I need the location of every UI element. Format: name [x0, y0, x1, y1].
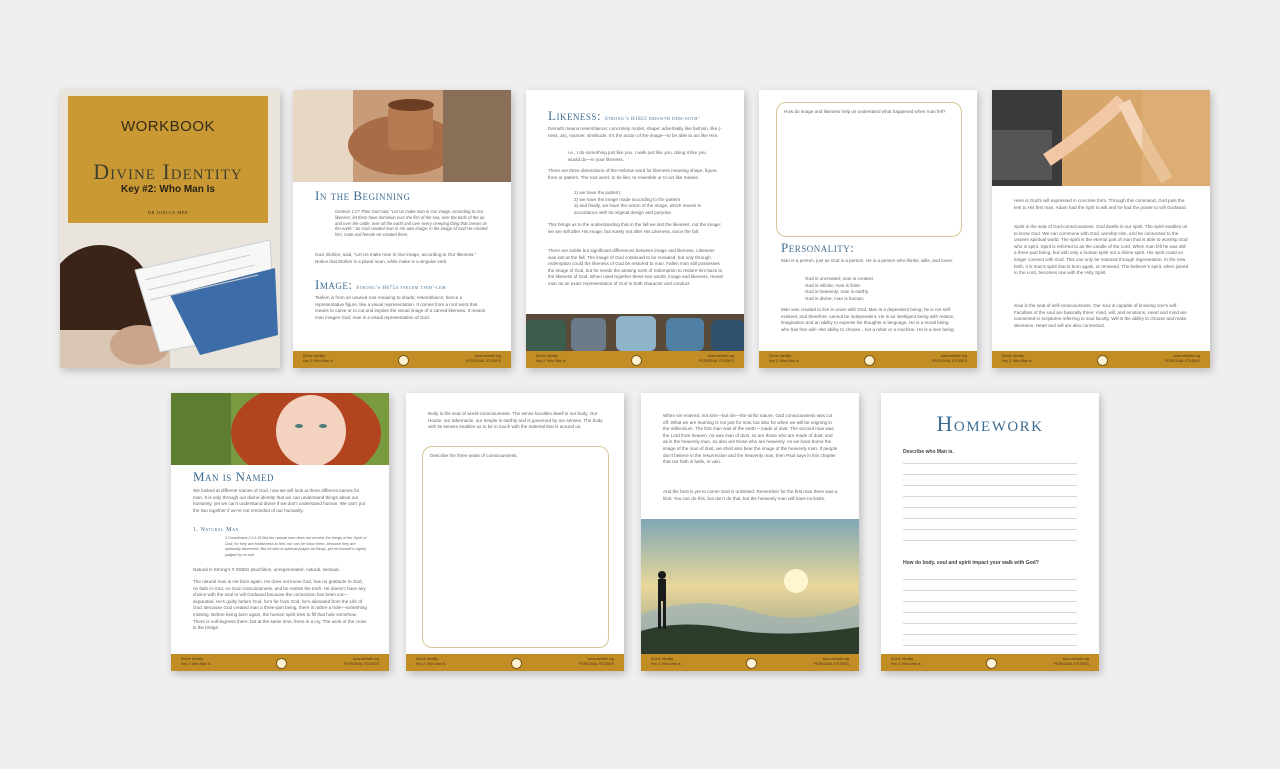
answer-lines-2[interactable] [903, 569, 1077, 646]
cover-title: Divine Identity [93, 159, 243, 184]
footer-left: Divine Identity Key 2: Who Man Is [303, 354, 333, 363]
footer-left: Divine Identity Key 2: Who Man Is [651, 657, 681, 666]
page-footer: Divine Identity Key 2: Who Man Is www.we… [759, 351, 977, 368]
page-spirit-soul: Here is God’s will expressed in concrete… [992, 90, 1210, 368]
likeness-quote: i.e., I do something just like you. I wa… [568, 150, 706, 162]
demuth-paragraph: Demuth means resemblance; concretely mod… [548, 126, 722, 138]
page-man-is-named: Man is Named We looked at different name… [171, 393, 389, 671]
will-paragraph: Here is God’s will expressed in concrete… [1014, 198, 1187, 210]
heading-likeness-strongs: Strong’s H1823 dmuwth dem-ooth' [604, 117, 700, 122]
homework-question-2: How do body, soul and spirit impact your… [903, 560, 1039, 566]
footer-left: Divine Identity Key 2: Who Man Is [416, 657, 446, 666]
footer-right: www.website.org PERSONAL STUDIES [578, 657, 614, 666]
natural-man-paragraph: The natural man is not born again. He do… [193, 579, 367, 631]
pottery-cups-photo [526, 314, 744, 351]
page-footer: Divine Identity Key 2: Who Man Is www.we… [992, 351, 1210, 368]
page-likeness: Likeness: Strong’s H1823 dmuwth dem-ooth… [526, 90, 744, 368]
logo-icon [631, 355, 642, 366]
dimensions-paragraph: There are three dimensions of the Hebrew… [548, 168, 718, 180]
footer-right: www.website.org PERSONAL STUDIES [465, 354, 501, 363]
logo-icon [276, 658, 287, 669]
best-yet-paragraph: And the best is yet to come! God is unli… [663, 489, 838, 501]
page-footer: Divine Identity Key 2: Who Man Is www.we… [293, 351, 511, 368]
question-three-seats: Describe the three seats of consciousnes… [430, 453, 518, 458]
pottery-photo [293, 90, 511, 182]
heading-likeness: Likeness: Strong’s H1823 dmuwth dem-ooth… [548, 108, 699, 124]
heading-image-word: Image: [315, 277, 353, 292]
footer-left: Divine Identity Key 2: Who Man Is [891, 657, 921, 666]
heading-in-the-beginning: In the Beginning [315, 188, 411, 203]
union-paragraph: Man was created to live in union with Go… [781, 307, 955, 332]
heading-image-strongs: Strong’s H6754 tselem tseh'-lem [356, 286, 447, 291]
logo-icon [398, 355, 409, 366]
sunrise-silhouette-photo [641, 519, 859, 654]
corinthians-verse: 1 Corinthians 2:14-15 But the natural ma… [225, 536, 367, 557]
footer-left: Divine Identity Key 2: Who Man Is [1002, 354, 1032, 363]
page-footer: Divine Identity Key 2: Who Man Is www.we… [526, 351, 744, 368]
cover-workbook-label: WORKBOOK [120, 118, 215, 135]
footer-right: www.website.org PERSONAL STUDIES [813, 657, 849, 666]
footer-right: www.website.org PERSONAL STUDIES [698, 354, 734, 363]
spirit-paragraph: Spirit is the seat of God-consciousness.… [1014, 224, 1189, 276]
logo-icon [746, 658, 757, 669]
footer-right: www.website.org PERSONAL STUDIES [1164, 354, 1200, 363]
person-paragraph: Man is a person, just as God is a person… [781, 258, 954, 263]
page-footer: Divine Identity Key 2: Who Man Is www.we… [406, 654, 624, 671]
footer-left: Divine Identity Key 2: Who Man Is [769, 354, 799, 363]
cover-subtitle: Key #2: Who Man Is [121, 184, 215, 195]
body-paragraph: Body is the seat of world-consciousness.… [428, 411, 603, 430]
page-personality: How do image and likeness help us unders… [759, 90, 977, 368]
answer-box-three-seats[interactable]: Describe the three seats of consciousnes… [422, 446, 609, 648]
logo-icon [511, 658, 522, 669]
cover-title-block: WORKBOOK Divine Identity Key #2: Who Man… [68, 96, 268, 223]
logo-icon [986, 658, 997, 669]
question-image-likeness: How do image and likeness help us unders… [784, 109, 946, 114]
natural-definition: Natural is Strong’s # G5591 psuchikos, u… [193, 567, 340, 572]
red-hair-woman-photo [171, 393, 389, 465]
heading-man-is-named: Man is Named [193, 469, 274, 484]
page-homework: Homework Describe who Man is. How do bod… [881, 393, 1099, 671]
fall-paragraph: This brings us to the understanding that… [548, 222, 722, 234]
tselem-paragraph: Tselem is from an unused root meaning to… [315, 295, 486, 320]
cover-author: DR JOELLE MEE [147, 210, 189, 215]
page-footer: Divine Identity Key 2: Who Man Is www.we… [171, 654, 389, 671]
dimensions-list: 1) we have the pattern; 2) we have the i… [574, 190, 702, 215]
genesis-verse: Genesis 1:27 Then God said, “Let Us make… [335, 209, 488, 238]
page-body-consciousness: Body is the seat of world-consciousness.… [406, 393, 624, 671]
heading-homework: Homework [936, 411, 1044, 436]
cover-page: WORKBOOK Divine Identity Key #2: Who Man… [60, 90, 280, 368]
answer-box-image-likeness[interactable]: How do image and likeness help us unders… [776, 102, 962, 237]
footer-right: www.website.org PERSONAL STUDIES [931, 354, 967, 363]
heading-natural-man: 1. Natural Man [193, 527, 239, 533]
page-heavenly-man: When sin entered, not sins—but sin—the s… [641, 393, 859, 671]
footer-left: Divine Identity Key 2: Who Man Is [536, 354, 566, 363]
heading-image: Image: Strong’s H6754 tselem tseh'-lem [315, 277, 446, 293]
names-paragraph: We looked at different names of God, now… [193, 488, 366, 513]
footer-left: Divine Identity Key 2: Who Man Is [181, 657, 211, 666]
page-footer: Divine Identity Key 2: Who Man Is www.we… [881, 654, 1099, 671]
heading-personality: Personality: [781, 240, 855, 255]
elohim-paragraph: God, Elohim, said, “Let Us make man in O… [315, 252, 477, 264]
logo-icon [1097, 355, 1108, 366]
god-man-list: God is uncreated; man is created. God is… [805, 276, 874, 301]
heading-likeness-word: Likeness: [548, 108, 602, 123]
answer-lines-1[interactable] [903, 453, 1077, 541]
footer-right: www.website.org PERSONAL STUDIES [343, 657, 379, 666]
page-in-the-beginning: In the Beginning Genesis 1:27 Then God s… [293, 90, 511, 368]
footer-right: www.website.org PERSONAL STUDIES [1053, 657, 1089, 666]
logo-icon [864, 355, 875, 366]
soul-paragraph: Soul is the seat of self-consciousness. … [1014, 303, 1187, 328]
page-footer: Divine Identity Key 2: Who Man Is www.we… [641, 654, 859, 671]
holding-hands-photo [992, 90, 1210, 186]
image-likeness-paragraph: There are subtle but significant differe… [548, 248, 723, 286]
sin-entered-paragraph: When sin entered, not sins—but sin—the s… [663, 413, 838, 465]
